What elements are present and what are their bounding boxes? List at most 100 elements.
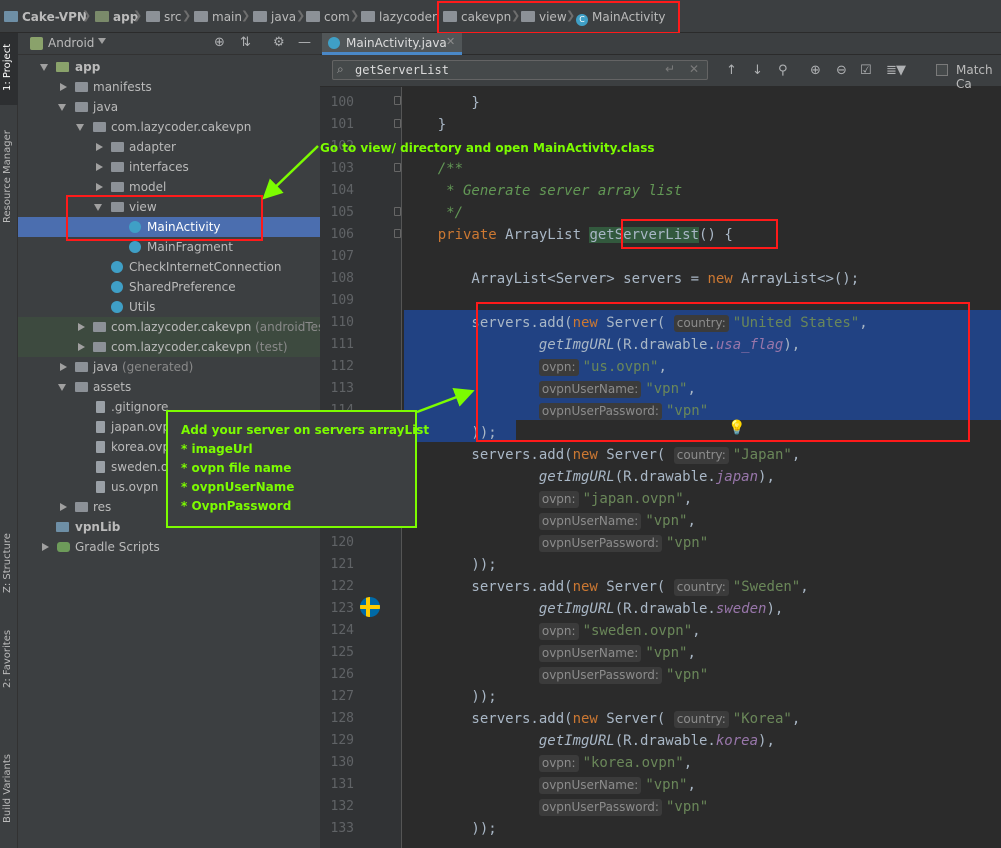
code-line-101[interactable]: } <box>404 114 446 136</box>
annotation-item: * imageUrl <box>181 442 253 456</box>
code-line-132[interactable]: ovpnUserPassword: "vpn" <box>404 796 708 818</box>
fold-marker-icon[interactable] <box>394 163 401 172</box>
expand-arrow-icon[interactable] <box>96 183 103 191</box>
code-line-125[interactable]: ovpnUserName: "vpn", <box>404 642 696 664</box>
tab-mainactivity[interactable]: MainActivity.java ✕ <box>322 33 462 55</box>
chevron-right-icon: ❯ <box>296 9 306 22</box>
tree-item-app[interactable]: app <box>18 57 320 77</box>
code-line-127[interactable]: )); <box>404 686 496 708</box>
tree-item-java[interactable]: java <box>18 97 320 117</box>
code-line-126[interactable]: ovpnUserPassword: "vpn" <box>404 664 708 686</box>
line-number: 133 <box>330 821 354 836</box>
breadcrumb-item-app[interactable]: app <box>95 8 138 26</box>
tree-item-manifests[interactable]: manifests <box>18 77 320 97</box>
module-icon <box>56 62 69 72</box>
file-icon <box>96 441 105 453</box>
code-line-121[interactable]: )); <box>404 554 496 576</box>
tree-item-package-androidtest[interactable]: com.lazycoder.cakevpn (androidTest) <box>18 317 334 337</box>
fold-marker-icon[interactable] <box>394 96 401 105</box>
tree-item-assets[interactable]: assets <box>18 377 320 397</box>
code-line-104[interactable]: * Generate server array list <box>404 180 682 202</box>
expand-arrow-icon[interactable] <box>60 363 67 371</box>
code-line-122[interactable]: servers.add(new Server( country: "Sweden"… <box>404 576 809 598</box>
fold-marker-icon[interactable] <box>394 229 401 238</box>
tree-item-model[interactable]: model <box>18 177 320 197</box>
chevron-down-icon[interactable] <box>98 38 106 44</box>
expand-arrow-icon[interactable] <box>60 83 67 91</box>
code-line-130[interactable]: ovpn: "korea.ovpn", <box>404 752 692 774</box>
breadcrumb-item-main[interactable]: main <box>194 8 242 26</box>
expand-arrow-icon[interactable] <box>78 323 85 331</box>
code-line-124[interactable]: ovpn: "sweden.ovpn", <box>404 620 701 642</box>
expand-arrow-icon[interactable] <box>40 64 48 71</box>
tree-item-java-generated[interactable]: java (generated) <box>18 357 320 377</box>
match-case-checkbox[interactable] <box>936 64 948 76</box>
tree-item-checkinternetconnection[interactable]: CheckInternetConnection <box>18 257 320 277</box>
breadcrumb-item-java[interactable]: java <box>253 8 296 26</box>
tree-item-package-main[interactable]: com.lazycoder.cakevpn <box>18 117 320 137</box>
search-input[interactable]: ⌕ getServerList ↵ ✕ <box>332 60 708 80</box>
expand-arrow-icon[interactable] <box>42 543 49 551</box>
code-line-120[interactable]: ovpnUserPassword: "vpn" <box>404 532 708 554</box>
code-line-133[interactable]: )); <box>404 818 496 840</box>
code-line-123[interactable]: getImgURL(R.drawable.sweden), <box>404 598 783 620</box>
filter-icon[interactable]: ▼ <box>896 63 906 79</box>
find-all-icon[interactable]: ⚲ <box>778 63 788 79</box>
close-icon[interactable]: ✕ <box>446 35 455 48</box>
folder-icon <box>361 11 375 22</box>
hide-panel-icon[interactable]: — <box>298 35 311 51</box>
tree-item-sharedpreference[interactable]: SharedPreference <box>18 277 320 297</box>
expand-arrow-icon[interactable] <box>96 143 103 151</box>
select-all-icon[interactable]: ☑ <box>860 63 872 79</box>
code-line-100[interactable]: } <box>404 92 479 114</box>
fold-marker-icon[interactable] <box>394 119 401 128</box>
code-line-131[interactable]: ovpnUserName: "vpn", <box>404 774 696 796</box>
tree-item-utils[interactable]: Utils <box>18 297 320 317</box>
locate-icon[interactable]: ⊕ <box>214 35 225 51</box>
newline-icon[interactable]: ↵ <box>665 62 675 76</box>
code-line-129[interactable]: getImgURL(R.drawable.korea), <box>404 730 775 752</box>
tool-tab-build-variants[interactable]: Build Variants <box>2 754 13 823</box>
next-occurrence-icon[interactable]: ↓ <box>752 63 763 79</box>
expand-arrow-icon[interactable] <box>76 124 84 131</box>
tool-tab-favorites[interactable]: 2: Favorites <box>2 630 13 688</box>
code-line-117[interactable]: getImgURL(R.drawable.japan), <box>404 466 775 488</box>
add-selection-icon[interactable]: ⊕ <box>810 63 821 79</box>
tree-item-gradle-scripts[interactable]: Gradle Scripts <box>18 537 320 557</box>
expand-arrow-icon[interactable] <box>60 503 67 511</box>
project-view-selector[interactable]: Android <box>48 36 94 50</box>
breadcrumb-item-com[interactable]: com <box>306 8 350 26</box>
folder-icon <box>75 382 88 392</box>
previous-occurrence-icon[interactable]: ↑ <box>726 63 737 79</box>
remove-selection-icon[interactable]: ⊖ <box>836 63 847 79</box>
code-line-105[interactable]: */ <box>404 202 463 224</box>
tree-item-interfaces[interactable]: interfaces <box>18 157 320 177</box>
line-number: 112 <box>330 359 354 374</box>
tool-tab-project[interactable]: 1: Project <box>2 44 13 91</box>
clear-icon[interactable]: ✕ <box>689 62 699 76</box>
tree-item-adapter[interactable]: adapter <box>18 137 320 157</box>
fold-marker-icon[interactable] <box>394 207 401 216</box>
folder-icon <box>253 11 267 22</box>
chevron-right-icon: ❯ <box>350 9 360 22</box>
breadcrumb-item-src[interactable]: src <box>146 8 182 26</box>
tool-tab-structure[interactable]: Z: Structure <box>2 533 13 593</box>
code-line-118[interactable]: ovpn: "japan.ovpn", <box>404 488 692 510</box>
expand-arrow-icon[interactable] <box>58 104 66 111</box>
breadcrumb-item-project[interactable]: Cake-VPN <box>4 8 87 26</box>
tool-tab-resource-manager[interactable]: Resource Manager <box>2 130 13 223</box>
code-line-119[interactable]: ovpnUserName: "vpn", <box>404 510 696 532</box>
expand-arrow-icon[interactable] <box>96 163 103 171</box>
collapse-all-icon[interactable]: ⇅ <box>240 35 251 51</box>
code-line-128[interactable]: servers.add(new Server( country: "Korea", <box>404 708 800 730</box>
gear-icon[interactable]: ⚙ <box>273 35 285 51</box>
expand-arrow-icon[interactable] <box>78 343 85 351</box>
folder-icon <box>306 11 320 22</box>
code-line-103[interactable]: /** <box>404 158 463 180</box>
tree-item-package-test[interactable]: com.lazycoder.cakevpn (test) <box>18 337 320 357</box>
breadcrumb-item-lazycoder[interactable]: lazycoder <box>361 8 437 26</box>
module-icon <box>95 11 109 22</box>
code-line-116[interactable]: servers.add(new Server( country: "Japan", <box>404 444 800 466</box>
code-line-108[interactable]: ArrayList<Server> servers = new ArrayLis… <box>404 268 859 290</box>
expand-arrow-icon[interactable] <box>58 384 66 391</box>
